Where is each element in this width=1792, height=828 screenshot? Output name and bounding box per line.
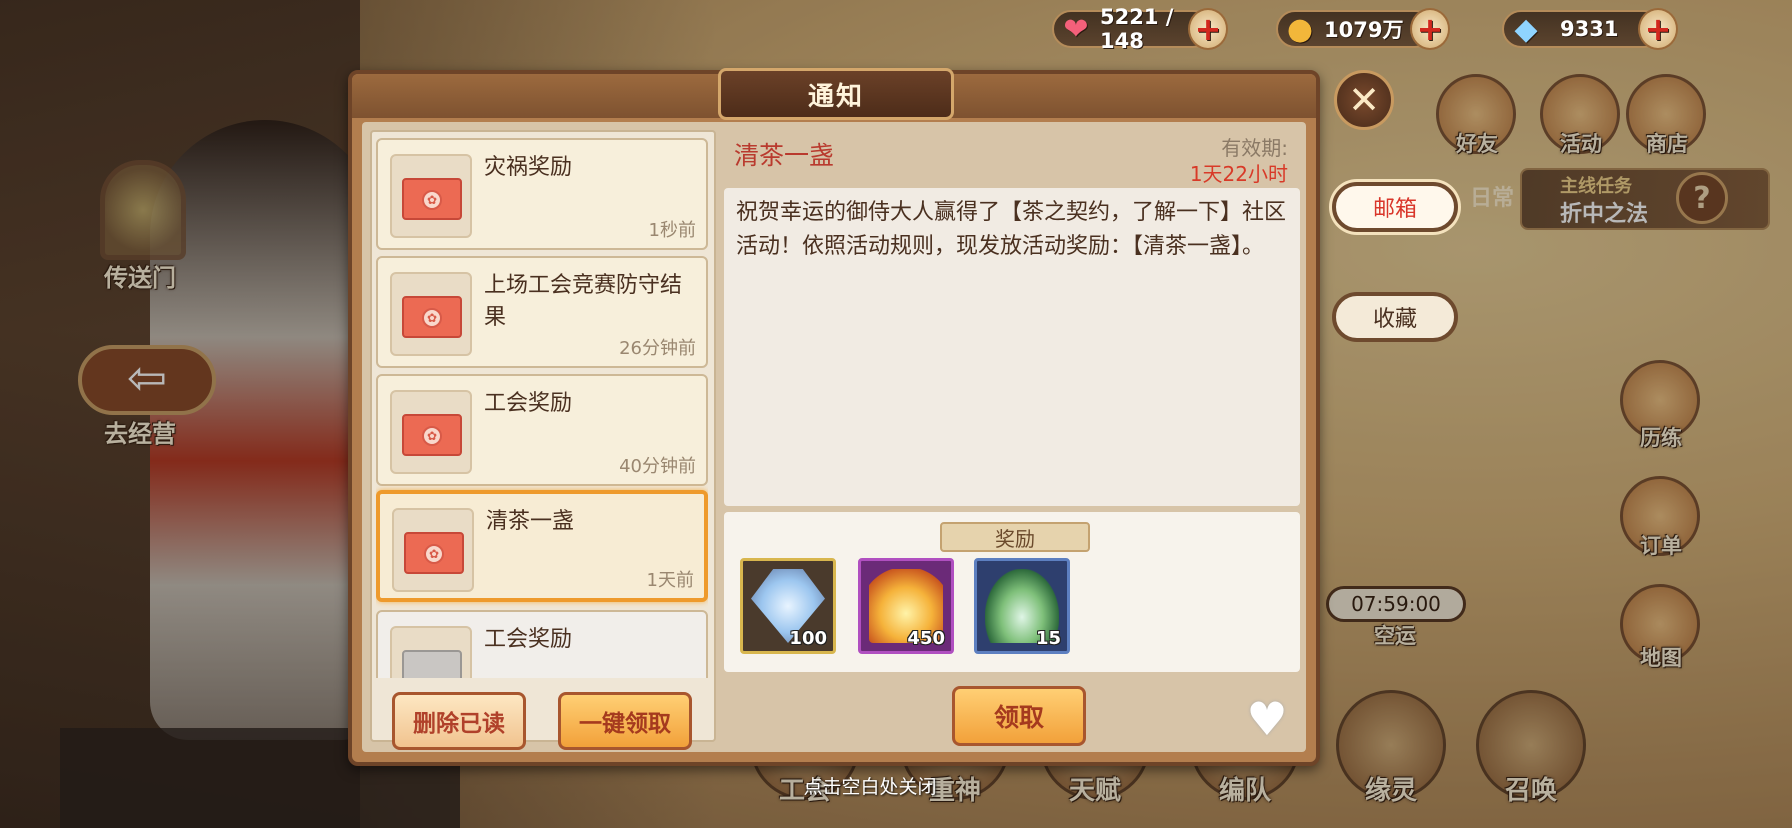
claim-all-button[interactable]: 一键领取	[558, 692, 692, 750]
detail-message: 祝贺幸运的御侍大人赢得了【茶之契约，了解一下】社区活动！依照活动规则，现发放活动…	[736, 200, 1287, 259]
favorite-heart-icon[interactable]: ♥	[1242, 694, 1292, 744]
detail-body: 祝贺幸运的御侍大人赢得了【茶之契约，了解一下】社区活动！依照活动规则，现发放活动…	[724, 188, 1300, 506]
mail-title: 工会奖励	[484, 627, 573, 652]
mail-item[interactable]: ✿ 上场工会竞赛防守结果 26分钟前	[376, 256, 708, 368]
mail-list[interactable]: ✿ 灾祸奖励 1秒前 ✿ 上场工会竞赛防守结果 26分钟前 ✿ 工会奖励 40分…	[376, 138, 708, 678]
add-diamond-button[interactable]: +	[1638, 8, 1678, 50]
reward-qty: 450	[907, 628, 945, 649]
dialog-title: 通知	[718, 68, 954, 120]
reward-item-fire-essence[interactable]: 450	[858, 558, 954, 654]
mail-item[interactable]: ✿ 灾祸奖励 1秒前	[376, 138, 708, 250]
reward-qty: 100	[789, 628, 827, 649]
opened-envelope-icon	[390, 626, 472, 678]
mail-title: 清茶一盏	[486, 509, 575, 534]
diamond-icon: ◆	[1514, 11, 1538, 47]
notification-dialog: 通知 ✿ 灾祸奖励 1秒前 ✿ 上场工会竞赛防守结果 26分钟前 ✿ 工会奖励 …	[348, 68, 1320, 766]
envelope-icon: ✿	[390, 154, 472, 238]
tab-mailbox[interactable]: 邮箱	[1332, 182, 1458, 232]
envelope-icon: ✿	[390, 390, 472, 474]
close-icon[interactable]: ✕	[1334, 70, 1394, 130]
diamond-value: 9331	[1560, 17, 1619, 41]
reward-panel: 奖励 100 450 15	[724, 512, 1300, 672]
add-stamina-button[interactable]: +	[1188, 8, 1228, 50]
reward-item-diamond[interactable]: 100	[740, 558, 836, 654]
mail-detail-panel: 清茶一盏 有效期: 1天22小时 祝贺幸运的御侍大人赢得了【茶之契约，了解一下】…	[724, 130, 1300, 746]
heart-icon: ❤	[1063, 11, 1089, 47]
validity-label: 有效期:	[1221, 136, 1288, 160]
envelope-icon: ✿	[390, 272, 472, 356]
mail-time: 1秒前	[648, 220, 696, 241]
stamina-counter: ❤ 5221 / 148 +	[1052, 5, 1228, 53]
claim-button[interactable]: 领取	[952, 686, 1086, 746]
reward-qty: 15	[1035, 628, 1061, 649]
mail-item-read[interactable]: 工会奖励	[376, 610, 708, 678]
delete-read-button[interactable]: 删除已读	[392, 692, 526, 750]
detail-subject: 清茶一盏	[734, 141, 835, 170]
diamond-counter: ◆ 9331 +	[1502, 8, 1678, 50]
reward-item-tea-leaf[interactable]: 15	[974, 558, 1070, 654]
validity-time: 1天22小时	[1189, 162, 1288, 186]
gold-value: 1079万	[1324, 18, 1404, 42]
mail-title: 灾祸奖励	[484, 155, 573, 180]
mail-title: 上场工会竞赛防守结果	[484, 273, 683, 330]
mail-title: 工会奖励	[484, 391, 573, 416]
mail-time: 40分钟前	[619, 456, 696, 477]
gold-coin-icon: ●	[1286, 11, 1314, 47]
envelope-icon: ✿	[392, 508, 474, 592]
detail-header: 清茶一盏 有效期: 1天22小时	[724, 130, 1300, 186]
tab-favorites[interactable]: 收藏	[1332, 292, 1458, 342]
mail-item-selected[interactable]: ✿ 清茶一盏 1天前	[376, 490, 708, 602]
gold-counter: ● 1079万 +	[1276, 8, 1450, 50]
mail-time: 1天前	[646, 570, 694, 591]
reward-tag: 奖励	[940, 522, 1090, 552]
add-gold-button[interactable]: +	[1410, 8, 1450, 50]
dialog-content: ✿ 灾祸奖励 1秒前 ✿ 上场工会竞赛防守结果 26分钟前 ✿ 工会奖励 40分…	[362, 122, 1306, 752]
close-hint: 点击空白处关闭	[803, 776, 937, 798]
mail-item[interactable]: ✿ 工会奖励 40分钟前	[376, 374, 708, 486]
mail-time: 26分钟前	[619, 338, 696, 359]
mail-list-panel: ✿ 灾祸奖励 1秒前 ✿ 上场工会竞赛防守结果 26分钟前 ✿ 工会奖励 40分…	[370, 130, 716, 750]
